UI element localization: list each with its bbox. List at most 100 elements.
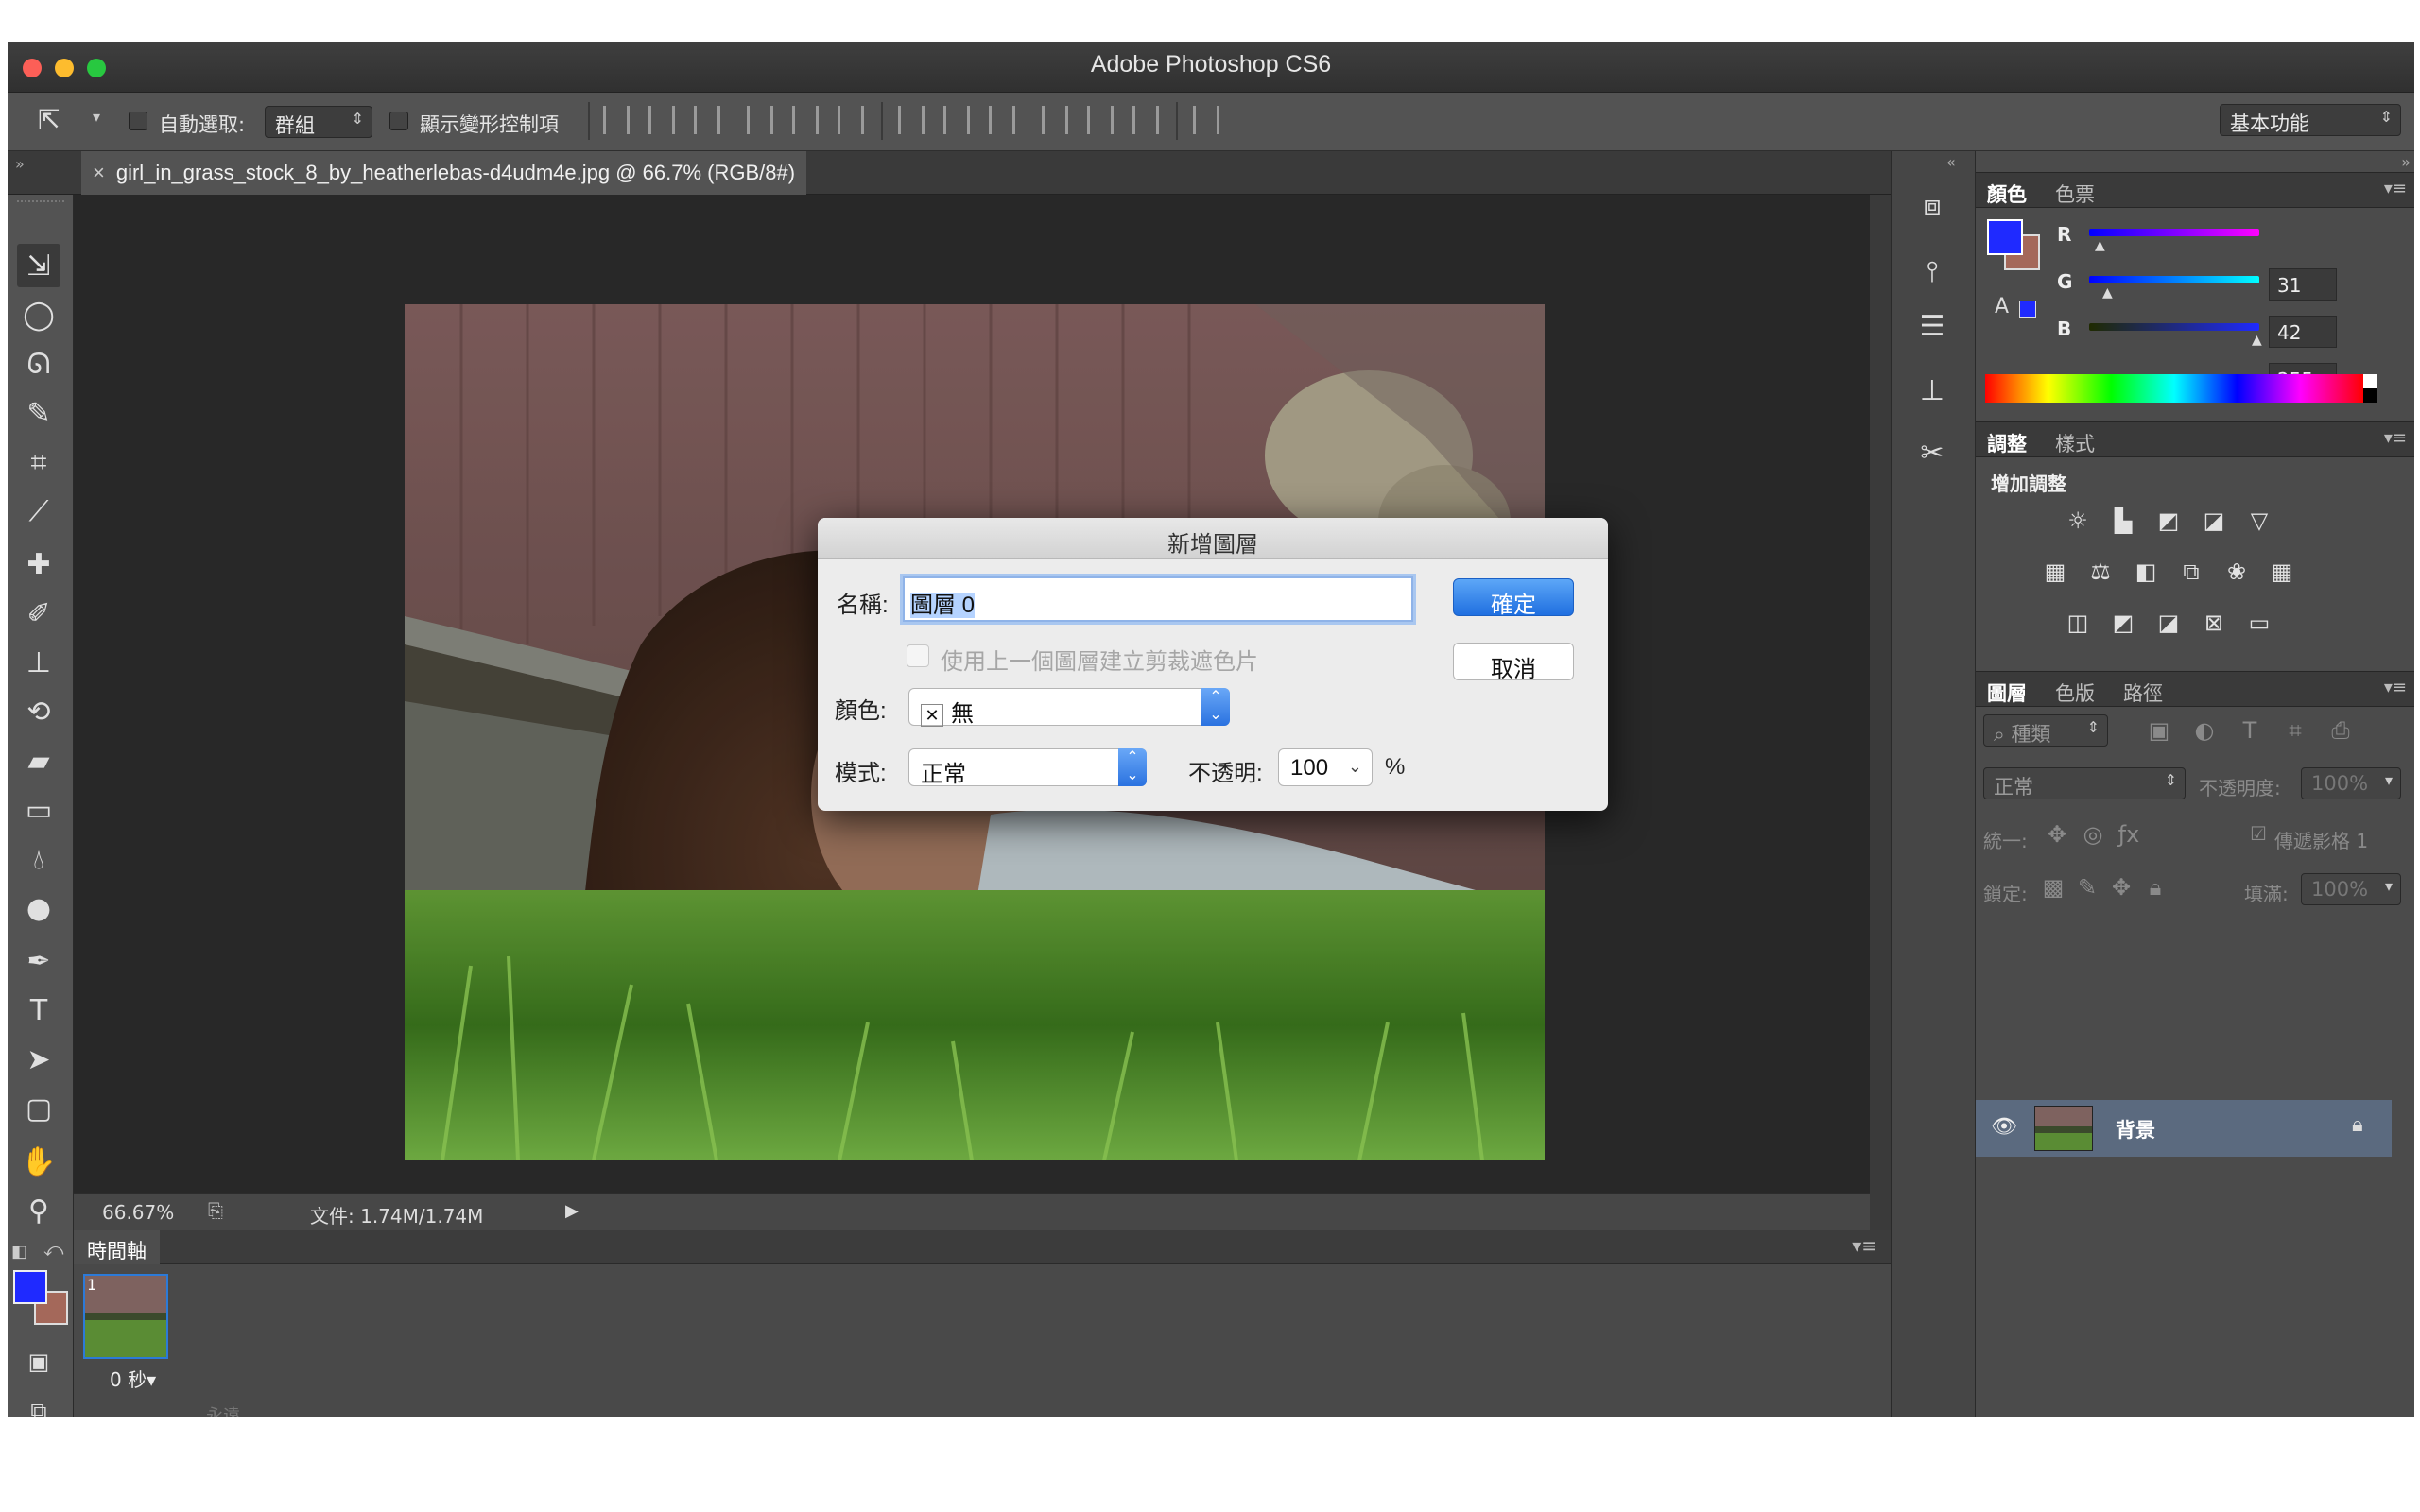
lock-pixels-icon[interactable]: ✎	[2072, 873, 2102, 902]
filter-type-icon[interactable]: T	[2235, 716, 2265, 745]
properties-icon[interactable]: ☰	[1910, 304, 1954, 348]
selective-color-icon[interactable]: ⊠	[2199, 609, 2229, 637]
align-right-icon[interactable]	[838, 106, 864, 134]
gradient-map-icon[interactable]: ▭	[2244, 609, 2274, 637]
distribute-left-icon[interactable]	[1042, 106, 1068, 134]
posterize-icon[interactable]: ◩	[2108, 609, 2138, 637]
auto-select-dropdown[interactable]: 群組 ⇕	[265, 106, 372, 138]
levels-icon[interactable]: ▙	[2108, 507, 2138, 535]
panel-menu-icon[interactable]: ▾≡	[2384, 678, 2407, 697]
healing-brush-tool-icon[interactable]: ✚	[17, 542, 60, 586]
default-colors-icon[interactable]: ◧	[11, 1242, 27, 1262]
b-slider-handle[interactable]: ▲	[2252, 333, 2262, 348]
foreground-color-swatch[interactable]	[13, 1270, 47, 1304]
layer-row[interactable]: 👁︎ 背景 🔒︎	[1976, 1100, 2392, 1157]
tab-channels[interactable]: 色版	[2055, 679, 2095, 707]
unify-visibility-icon[interactable]: ◎	[2078, 820, 2108, 849]
chevron-down-icon[interactable]: ▾	[93, 108, 100, 126]
unify-style-icon[interactable]: ƒx	[2114, 820, 2144, 849]
swap-colors-icon[interactable]: ⤺	[43, 1238, 63, 1261]
history-icon[interactable]: ⧈	[1910, 183, 1954, 227]
play-arrow-icon[interactable]: ▶	[565, 1201, 579, 1221]
ramp-black[interactable]	[2363, 388, 2377, 403]
loop-option[interactable]: 永遠	[206, 1402, 240, 1418]
color-foreground-swatch[interactable]	[1987, 219, 2023, 255]
document-tab[interactable]: × girl_in_grass_stock_8_by_heatherlebas-d…	[81, 151, 807, 195]
layer-name-field[interactable]: 圖層 0	[903, 576, 1413, 622]
r-slider[interactable]	[2089, 229, 2259, 236]
filter-smart-object-icon[interactable]: ⎙	[2325, 716, 2356, 745]
ok-button[interactable]: 確定	[1453, 578, 1574, 618]
unify-position-icon[interactable]: ✥	[2042, 820, 2072, 849]
character-icon[interactable]: ⊥	[1910, 369, 1954, 412]
tab-color[interactable]: 顏色	[1987, 180, 2027, 208]
rectangle-tool-icon[interactable]: ▢	[17, 1087, 60, 1130]
align-left-icon[interactable]	[747, 106, 773, 134]
channel-mixer-icon[interactable]: ❀	[2221, 558, 2252, 586]
tab-layers[interactable]: 圖層	[1987, 679, 2027, 707]
color-lookup-icon[interactable]: ▦	[2267, 558, 2297, 586]
tab-adjustments[interactable]: 調整	[1987, 429, 2027, 457]
crop-tool-icon[interactable]: ⌗	[17, 440, 60, 484]
gradient-tool-icon[interactable]: ▭	[17, 788, 60, 832]
align-top-icon[interactable]	[603, 106, 630, 134]
panel-menu-icon[interactable]: ▾≡	[1852, 1234, 1877, 1257]
distribute-right-icon[interactable]	[1132, 106, 1159, 134]
move-tool-icon[interactable]: ⇲	[17, 244, 60, 287]
cancel-button[interactable]: 取消	[1453, 643, 1574, 682]
lock-position-icon[interactable]: ✥	[2106, 873, 2136, 902]
timeline-frame[interactable]: 1	[83, 1274, 168, 1359]
distribute-top-icon[interactable]	[898, 106, 925, 134]
panel-grip[interactable]	[17, 200, 64, 204]
g-slider-handle[interactable]: ▲	[2102, 285, 2113, 301]
quick-selection-tool-icon[interactable]: ✎	[17, 391, 60, 435]
vibrance-icon[interactable]: ▽	[2244, 507, 2274, 535]
expand-icon[interactable]: »	[2401, 153, 2411, 171]
tab-styles[interactable]: 樣式	[2055, 429, 2095, 457]
invert-icon[interactable]: ◫	[2063, 609, 2093, 637]
panel-menu-icon[interactable]: ▾≡	[2384, 179, 2407, 198]
type-tool-icon[interactable]: T	[17, 988, 60, 1032]
gamut-warning-icon[interactable]: A	[1995, 295, 2009, 318]
b-slider[interactable]	[2089, 323, 2259, 331]
pen-tool-icon[interactable]: ✒	[17, 939, 60, 983]
r-value[interactable]: 31	[2269, 268, 2337, 301]
vertical-scrollbar[interactable]	[1870, 195, 1891, 1244]
black-white-icon[interactable]: ◧	[2131, 558, 2161, 586]
eraser-tool-icon[interactable]: ▰	[17, 739, 60, 782]
threshold-icon[interactable]: ◪	[2153, 609, 2184, 637]
clip-mask-checkbox[interactable]	[907, 644, 929, 667]
move-tool-icon[interactable]: ⇱	[38, 104, 60, 135]
clone-stamp-tool-icon[interactable]: ⊥	[17, 641, 60, 684]
tool-presets-icon[interactable]: ✂	[1910, 431, 1954, 474]
layer-name[interactable]: 背景	[2116, 1115, 2155, 1143]
distribute-hcenter-icon[interactable]	[1087, 106, 1114, 134]
r-slider-handle[interactable]: ▲	[2095, 238, 2105, 253]
dodge-tool-icon[interactable]: ●	[17, 886, 60, 930]
zoom-level[interactable]: 66.67%	[102, 1201, 174, 1224]
blur-tool-icon[interactable]: 💧︎	[17, 837, 60, 881]
align-bottom-icon[interactable]	[694, 106, 720, 134]
color-balance-icon[interactable]: ⚖	[2085, 558, 2116, 586]
tab-paths[interactable]: 路徑	[2123, 679, 2163, 707]
frame-delay[interactable]: 0 秒▾	[110, 1365, 156, 1392]
photo-filter-icon[interactable]: ⧉	[2176, 558, 2206, 586]
g-value[interactable]: 42	[2269, 316, 2337, 348]
collapse-icon[interactable]: «	[1946, 153, 1956, 171]
status-menu-icon[interactable]: ⎘	[208, 1199, 223, 1222]
filter-pixel-icon[interactable]: ▣	[2144, 716, 2174, 745]
align-vcenter-icon[interactable]	[648, 106, 675, 134]
lock-transparent-icon[interactable]: ▩	[2038, 873, 2068, 902]
close-tab-icon[interactable]: ×	[93, 161, 105, 184]
eyedropper-tool-icon[interactable]: ⟋	[17, 490, 60, 533]
filter-kind-dropdown[interactable]: ⌕ 種類 ⇕	[1983, 714, 2108, 747]
color-dropdown[interactable]: ✕ 無 ⌃ ⌄	[908, 688, 1230, 727]
hand-tool-icon[interactable]: ✋	[17, 1140, 60, 1183]
distribute-vcenter-icon[interactable]	[943, 106, 970, 134]
path-selection-tool-icon[interactable]: ➤	[17, 1038, 60, 1081]
curves-icon[interactable]: ◩	[2153, 507, 2184, 535]
align-hcenter-icon[interactable]	[792, 106, 819, 134]
opacity-field[interactable]: 100% ▾	[2301, 767, 2401, 799]
quick-mask-icon[interactable]: ▣	[17, 1340, 60, 1383]
workspace-dropdown[interactable]: 基本功能 ⇕	[2220, 104, 2401, 136]
